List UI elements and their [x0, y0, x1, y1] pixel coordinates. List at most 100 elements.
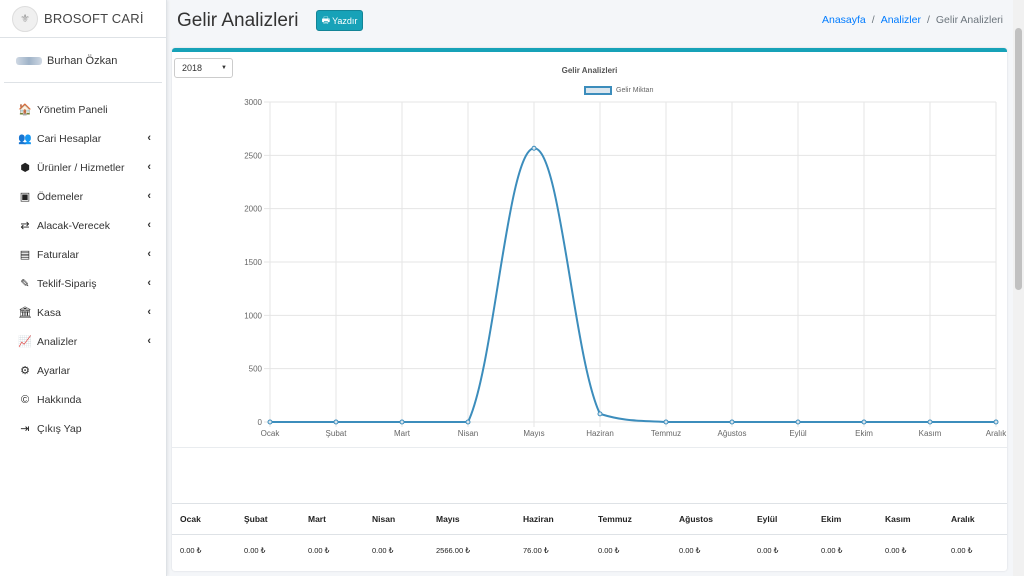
data-point[interactable]: [597, 411, 603, 417]
y-tick-label: 500: [249, 365, 263, 374]
table-cell: 0.00 ₺: [951, 545, 973, 555]
print-button-label: Yazdır: [332, 15, 358, 26]
sidebar: ⚜ BROSOFT CARİ Burhan Özkan 🏠 Yönetim Pan…: [0, 0, 167, 576]
table-cell: 0.00 ₺: [180, 545, 202, 555]
file-icon: ▤: [19, 249, 31, 261]
data-point[interactable]: [795, 419, 801, 425]
print-button[interactable]: 🖶 Yazdır: [316, 10, 363, 31]
bank-icon: 🏛: [18, 307, 32, 319]
x-tick-label: Aralık: [986, 429, 1007, 438]
breadcrumb-analizler[interactable]: Analizler: [881, 14, 921, 26]
data-point[interactable]: [993, 419, 999, 425]
user-panel[interactable]: Burhan Özkan: [4, 39, 162, 83]
table-cell: 0.00 ₺: [244, 545, 266, 555]
x-tick-label: Eylül: [789, 429, 807, 438]
y-tick-label: 1000: [244, 311, 262, 320]
data-point[interactable]: [267, 419, 273, 425]
scrollbar-thumb[interactable]: [1015, 28, 1022, 290]
breadcrumb-separator: /: [871, 14, 875, 26]
data-point[interactable]: [927, 419, 933, 425]
users-icon: 👥: [18, 133, 32, 145]
chevron-left-icon: ‹: [147, 335, 151, 347]
chevron-left-icon: ‹: [147, 132, 151, 144]
sidebar-item-ürünler-hizmetler[interactable]: ⬢ Ürünler / Hizmetler ‹: [0, 153, 166, 182]
user-name: Burhan Özkan: [47, 54, 118, 67]
table-cell: 0.00 ₺: [885, 545, 907, 555]
sidebar-item-yönetim-paneli[interactable]: 🏠 Yönetim Paneli: [0, 95, 166, 124]
sidebar-item-label: Yönetim Paneli: [37, 103, 108, 116]
breadcrumb: Anasayfa / Analizler / Gelir Analizleri: [822, 14, 1003, 26]
table-header: Nisan: [364, 503, 428, 535]
sidebar-item-alacak-verecek[interactable]: ⇄ Alacak-Verecek ‹: [0, 211, 166, 240]
table-header: Eylül: [749, 503, 813, 535]
table-cell: 0.00 ₺: [757, 545, 779, 555]
data-point[interactable]: [465, 419, 471, 425]
data-point[interactable]: [333, 419, 339, 425]
sidebar-item-ayarlar[interactable]: ⚙ Ayarlar: [0, 356, 166, 385]
table-header: Ocak: [172, 503, 236, 535]
chevron-left-icon: ‹: [147, 306, 151, 318]
sidebar-item-çıkış-yap[interactable]: ⇥ Çıkış Yap: [0, 414, 166, 443]
analysis-card: 2018 ▼ Gelir Analizleri Gelir Miktarı 05…: [172, 48, 1007, 571]
table-header: Aralık: [943, 503, 1007, 535]
exchange-icon: ⇄: [20, 220, 30, 232]
monthly-revenue-table: Ocak Şubat Mart Nisan Mayıs Haziran Temmuz Ağus…: [172, 503, 1007, 566]
sidebar-item-analizler[interactable]: 📈 Analizler ‹: [0, 327, 166, 356]
chevron-left-icon: ‹: [147, 161, 151, 173]
data-point[interactable]: [663, 419, 669, 425]
sidebar-menu: 🏠 Yönetim Paneli 👥 Cari Hesaplar ‹ ⬢ Ürünler /…: [0, 95, 166, 443]
money-bill-icon: ▣: [19, 191, 31, 203]
table-cell: 0.00 ₺: [372, 545, 394, 555]
table-cell: 0.00 ₺: [679, 545, 701, 555]
table-header: Kasım: [877, 503, 943, 535]
breadcrumb-current: Gelir Analizleri: [935, 14, 1003, 26]
sidebar-item-cari-hesaplar[interactable]: 👥 Cari Hesaplar ‹: [0, 124, 166, 153]
sidebar-item-teklif-sipariş[interactable]: ✎ Teklif-Sipariş ‹: [0, 269, 166, 298]
x-tick-label: Mart: [394, 429, 411, 438]
data-point[interactable]: [861, 419, 867, 425]
table-header: Ekim: [813, 503, 877, 535]
series-line: [269, 147, 996, 424]
home-icon: 🏠: [18, 104, 32, 116]
sidebar-item-kasa[interactable]: 🏛 Kasa ‹: [0, 298, 166, 327]
page-title: Gelir Analizleri: [177, 10, 299, 31]
y-tick-label: 2000: [244, 205, 262, 214]
sidebar-item-ödemeler[interactable]: ▣ Ödemeler ‹: [0, 182, 166, 211]
sidebar-item-faturalar[interactable]: ▤ Faturalar ‹: [0, 240, 166, 269]
sidebar-item-label: Hakkında: [37, 393, 82, 406]
data-point[interactable]: [531, 145, 537, 151]
x-tick-label: Nisan: [458, 429, 478, 438]
x-tick-label: Ekim: [855, 429, 873, 438]
sidebar-item-label: Ayarlar: [37, 364, 71, 377]
sidebar-item-label: Çıkış Yap: [37, 422, 82, 435]
revenue-line-chart: 0 500 1000 1500 2000 2500 3000 Ocak Şubat Mart Nis…: [244, 98, 1007, 438]
x-tick-label: Haziran: [586, 429, 614, 438]
y-tick-label: 2500: [244, 151, 262, 160]
divider: [172, 447, 1007, 448]
brand-logo: ⚜: [12, 5, 38, 32]
table-cell: 76.00 ₺: [523, 545, 549, 555]
print-icon: 🖶: [321, 14, 331, 25]
x-tick-label: Mayıs: [523, 429, 544, 438]
x-tick-label: Şubat: [326, 429, 348, 438]
data-point[interactable]: [399, 419, 405, 425]
sign-out-icon: ⇥: [20, 423, 30, 435]
cubes-icon: ⬢: [20, 162, 30, 174]
table-cell: 0.00 ₺: [821, 545, 843, 555]
sidebar-item-hakkında[interactable]: © Hakkında: [0, 385, 166, 414]
scrollbar[interactable]: [1013, 0, 1024, 576]
chart-line-icon: 📈: [18, 336, 32, 348]
x-tick-label: Temmuz: [651, 429, 681, 438]
y-tick-label: 3000: [244, 98, 262, 107]
brand[interactable]: ⚜ BROSOFT CARİ: [0, 0, 166, 38]
data-point[interactable]: [729, 419, 735, 425]
table-cell: 2566.00 ₺: [436, 545, 470, 555]
table-header-row: Ocak Şubat Mart Nisan Mayıs Haziran Temmuz Ağus…: [172, 503, 1007, 535]
table-header: Mart: [300, 503, 364, 535]
brand-name: BROSOFT CARİ: [44, 11, 144, 26]
x-tick-label: Ocak: [261, 429, 281, 438]
chevron-left-icon: ‹: [147, 190, 151, 202]
chevron-left-icon: ‹: [147, 219, 151, 231]
breadcrumb-home[interactable]: Anasayfa: [822, 14, 866, 26]
table-cell: 0.00 ₺: [308, 545, 330, 555]
